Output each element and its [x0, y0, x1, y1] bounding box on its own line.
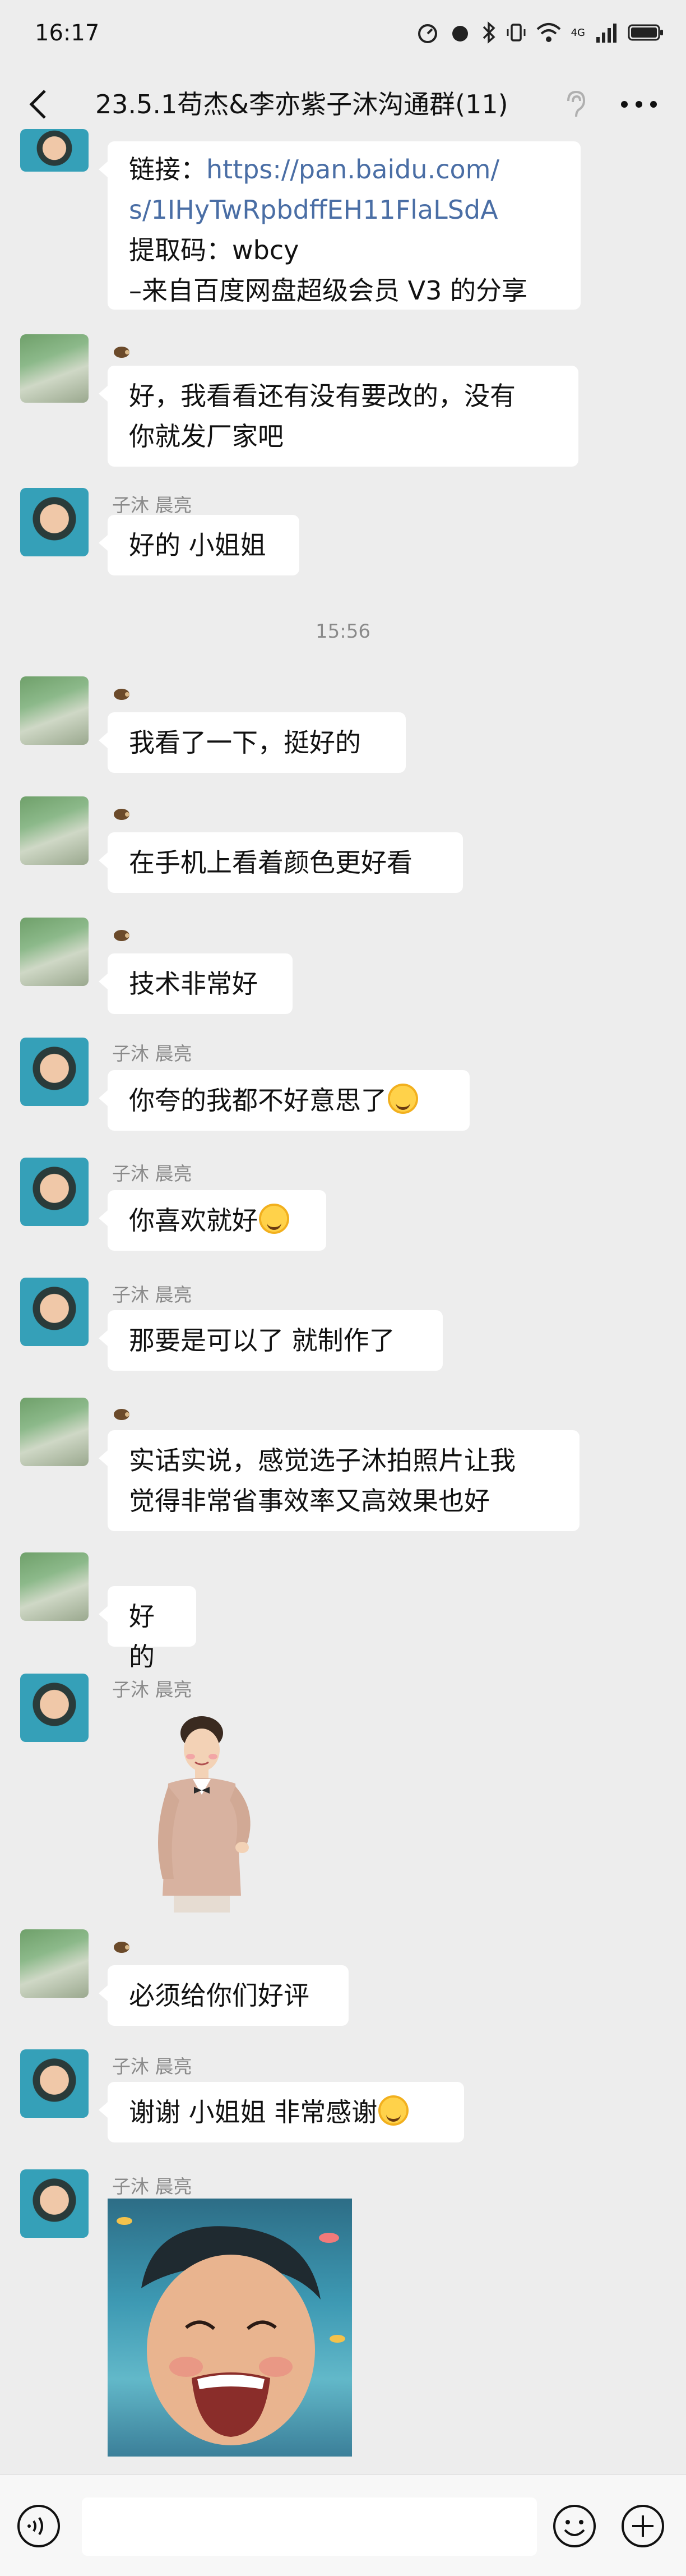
earpiece-mode-icon [567, 90, 586, 117]
shared-photo[interactable] [108, 2199, 352, 2457]
photo-content [117, 2217, 345, 2445]
message-text: 我看了一下，挺好的 [129, 727, 361, 758]
speed-icon [418, 24, 437, 43]
avatar[interactable] [20, 676, 89, 745]
message-bubble[interactable]: 链接：https://pan.baidu.com/ s/1IHyTwRpbdff… [99, 141, 581, 310]
hedgehog-icon [114, 1409, 129, 1420]
message-bubble[interactable]: 你喜欢就好 [99, 1190, 326, 1251]
message-bubble[interactable]: 好的 小姐姐 [99, 515, 299, 575]
share-link-cont[interactable]: s/1IHyTwRpbdffEH11FlaLSdA [129, 190, 559, 230]
sticker-image[interactable] [135, 1711, 269, 1913]
message-bubble[interactable]: 必须给你们好评 [99, 1965, 349, 2026]
battery-icon [628, 24, 663, 41]
message-input[interactable] [82, 2497, 537, 2556]
message-text: 谢谢 小姐姐 非常感谢 [129, 2097, 378, 2127]
hedgehog-icon [114, 930, 129, 941]
avatar[interactable] [20, 796, 89, 865]
message-text: 那要是可以了 就制作了 [129, 1325, 395, 1356]
status-bar: 16:17 4G [0, 0, 686, 70]
laugh-cry-emoji-icon [388, 1084, 418, 1114]
message-bubble[interactable]: 好，我看看还有没有要改的，没有 你就发厂家吧 [99, 366, 578, 467]
avatar[interactable] [20, 1674, 89, 1742]
avatar[interactable] [20, 1552, 89, 1621]
avatar[interactable] [20, 129, 89, 172]
sender-name: 子沐 晨亮 [112, 2056, 192, 2077]
sender-name: 子沐 晨亮 [112, 1043, 192, 1064]
emoji-button[interactable] [551, 2503, 597, 2549]
input-bar [0, 2474, 686, 2576]
message-text: 你喜欢就好 [129, 1205, 258, 1236]
message-bubble[interactable]: 好的 [99, 1586, 196, 1672]
avatar[interactable] [20, 1398, 89, 1466]
avatar[interactable] [20, 488, 89, 556]
avatar[interactable] [20, 1038, 89, 1106]
message-line: 你就发厂家吧 [129, 421, 284, 451]
avatar[interactable] [20, 2169, 89, 2238]
sender-name: 子沐 晨亮 [112, 2176, 192, 2197]
message-text: 必须给你们好评 [129, 1980, 309, 2011]
timestamp: 15:56 [316, 620, 370, 643]
avatar[interactable] [20, 1929, 89, 1998]
avatar[interactable] [20, 1278, 89, 1346]
message-bubble[interactable]: 在手机上看着颜色更好看 [99, 832, 463, 893]
signal-icon [596, 24, 617, 43]
smile-emoji-icon [378, 2095, 409, 2126]
back-button[interactable] [22, 87, 56, 121]
status-time: 16:17 [35, 20, 100, 46]
message-bubble[interactable]: 我看了一下，挺好的 [99, 712, 406, 773]
message-text: 在手机上看着颜色更好看 [129, 847, 412, 878]
message-bubble[interactable]: 谢谢 小姐姐 非常感谢 [99, 2082, 464, 2142]
message-bubble[interactable]: 你夸的我都不好意思了 [99, 1070, 470, 1131]
sender-name: 子沐 晨亮 [112, 494, 192, 516]
vibrate-icon [507, 24, 526, 42]
message-text: 你夸的我都不好意思了 [129, 1085, 387, 1116]
wifi-icon [536, 23, 560, 42]
chat-title: 23.5.1苟杰&李亦紫子沐沟通群(11) [95, 89, 508, 119]
hedgehog-icon [114, 689, 129, 700]
message-line: 觉得非常省事效率又高效果也好 [129, 1486, 490, 1516]
avatar[interactable] [20, 2049, 89, 2118]
smile-emoji-icon [259, 1204, 289, 1234]
message-text: 技术非常好 [129, 969, 258, 999]
alarm-icon [452, 26, 468, 42]
link-prefix: 链接： [129, 154, 206, 185]
message-bubble[interactable]: 那要是可以了 就制作了 [99, 1310, 443, 1371]
sender-name: 子沐 晨亮 [112, 1284, 192, 1306]
sender-name: 子沐 晨亮 [112, 1679, 192, 1701]
hedgehog-icon [114, 1942, 129, 1953]
share-link[interactable]: https://pan.baidu.com/ [206, 154, 499, 185]
message-line: 好，我看看还有没有要改的，没有 [129, 381, 516, 411]
network-type: 4G [571, 26, 585, 39]
status-icons: 4G [416, 21, 664, 44]
message-line: 实话实说，感觉选子沐拍照片让我 [129, 1445, 516, 1476]
message-bubble[interactable]: 实话实说，感觉选子沐拍照片让我 觉得非常省事效率又高效果也好 [99, 1430, 580, 1531]
chat-header: 23.5.1苟杰&李亦紫子沐沟通群(11) [0, 70, 686, 139]
avatar[interactable] [20, 918, 89, 986]
avatar[interactable] [20, 1158, 89, 1226]
more-options-button[interactable] [617, 89, 661, 120]
hedgehog-icon [114, 347, 129, 358]
message-line: –来自百度网盘超级会员 V3 的分享 [129, 275, 527, 306]
message-text: 好的 小姐姐 [129, 530, 266, 560]
bluetooth-icon [483, 21, 495, 44]
sender-name: 子沐 晨亮 [112, 1163, 192, 1185]
message-bubble[interactable]: 技术非常好 [99, 953, 293, 1014]
message-text: 好的 [129, 1601, 155, 1672]
message-line: 提取码：wbcy [129, 235, 299, 265]
plus-button[interactable] [620, 2503, 666, 2549]
avatar[interactable] [20, 334, 89, 403]
hedgehog-icon [114, 809, 129, 820]
voice-input-button[interactable] [16, 2503, 62, 2549]
